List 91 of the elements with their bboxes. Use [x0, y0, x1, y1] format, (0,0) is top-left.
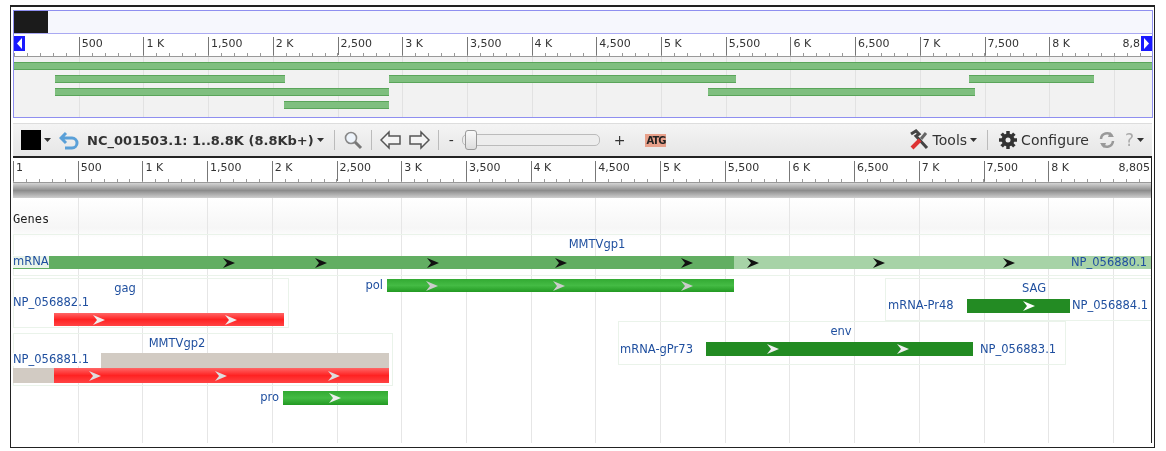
- zoom-in-button[interactable]: +: [611, 127, 628, 153]
- ruler-label: 2,500: [337, 37, 372, 55]
- ruler-label: 6 K: [790, 37, 812, 55]
- gear-icon: [998, 130, 1019, 150]
- ruler-label: 7,500: [983, 161, 1018, 181]
- ruler-label: 1,500: [207, 161, 242, 181]
- protein-label: NP_056880.1: [1071, 256, 1148, 269]
- ruler-label: 1,500: [208, 37, 243, 55]
- ruler-label: 8,8: [1122, 37, 1140, 50]
- ruler-label: 6 K: [789, 161, 811, 181]
- direction-icon: [1002, 256, 1016, 269]
- transcript-label: NP_056881.1: [13, 353, 90, 366]
- direction-icon: [746, 256, 760, 269]
- direction-icon: [552, 279, 566, 292]
- ruler-label: 8 K: [1048, 161, 1069, 181]
- direction-icon: [222, 256, 236, 269]
- direction-icon: [680, 256, 694, 269]
- sequence-button[interactable]: ATG: [643, 127, 669, 153]
- ruler-label: 5,500: [725, 37, 761, 55]
- direction-icon: [872, 256, 886, 269]
- ruler-label: 7 K: [919, 37, 941, 55]
- pan-right-icon[interactable]: [407, 130, 430, 150]
- location-dropdown[interactable]: NC_001503.1: 1..8.8K (8.8Kb+): [85, 127, 326, 153]
- ruler-label: 3 K: [401, 161, 422, 181]
- search-icon[interactable]: [342, 130, 363, 150]
- caret-icon: [1137, 138, 1144, 142]
- protein-label: NP_056883.1: [980, 343, 1057, 356]
- ruler-label: 4,500: [596, 37, 631, 55]
- feature-bar[interactable]: [734, 256, 1151, 269]
- ruler-label: 3,500: [466, 37, 502, 55]
- direction-icon: [1022, 300, 1036, 312]
- direction-icon: [680, 279, 694, 292]
- direction-icon: [554, 256, 568, 269]
- feature-bar[interactable]: [967, 299, 1070, 313]
- direction-icon: [896, 343, 910, 355]
- configure-menu[interactable]: Configure: [996, 127, 1091, 153]
- ruler-label: 500: [78, 37, 103, 55]
- undo-icon[interactable]: [59, 130, 79, 150]
- transcript-label: mRNA-Pr48: [888, 299, 954, 312]
- caret-icon: [970, 138, 978, 142]
- gene-name[interactable]: MMTVgp2: [148, 337, 206, 350]
- ruler-label: 7 K: [918, 161, 940, 181]
- gene-name[interactable]: pol: [363, 279, 383, 292]
- direction-icon: [426, 256, 440, 269]
- ruler-label: 1 K: [142, 161, 164, 181]
- ruler-label: 500: [77, 161, 102, 181]
- ruler-label: 8,805: [1118, 161, 1150, 174]
- ruler-label: 2,500: [336, 161, 371, 181]
- ruler-label: 1 K: [143, 37, 165, 55]
- ruler-label: 5 K: [661, 37, 682, 55]
- direction-icon: [425, 279, 439, 292]
- zoom-out-button[interactable]: -: [446, 127, 456, 153]
- color-menu-button[interactable]: [19, 127, 53, 153]
- caret-icon: [316, 138, 324, 142]
- direction-icon: [224, 313, 238, 326]
- ruler-label: 5,500: [724, 161, 760, 181]
- ruler-label: 1: [13, 161, 23, 181]
- gene-name[interactable]: SAG: [1021, 282, 1047, 295]
- direction-icon: [328, 392, 342, 404]
- gene-name[interactable]: gag: [114, 282, 136, 295]
- direction-icon: [88, 369, 102, 382]
- scroll-left-icon[interactable]: [14, 36, 25, 51]
- ruler-label: 4 K: [531, 37, 553, 55]
- scroll-right-icon[interactable]: [1141, 36, 1152, 51]
- ruler-label: 6,500: [854, 161, 889, 181]
- direction-icon: [766, 343, 780, 355]
- direction-icon: [92, 313, 106, 326]
- ruler-label: 5 K: [660, 161, 681, 181]
- gene-name[interactable]: MMTVgp1: [568, 238, 626, 251]
- ruler-label: 3,500: [465, 161, 501, 181]
- track-title: Genes: [13, 212, 50, 226]
- pan-left-icon[interactable]: [379, 130, 402, 150]
- tools-menu[interactable]: Tools: [905, 127, 980, 153]
- ruler-label: 7,500: [984, 37, 1019, 55]
- gene-name[interactable]: env: [830, 325, 852, 338]
- transcript-label: mRNA-gPr73: [620, 343, 693, 356]
- ruler-label: 6,500: [855, 37, 890, 55]
- ruler-label: 2 K: [271, 161, 293, 181]
- ruler-label: 4 K: [530, 161, 552, 181]
- feature-bar[interactable]: [13, 256, 734, 269]
- protein-label: NP_056884.1: [1072, 299, 1149, 312]
- direction-icon: [314, 256, 328, 269]
- transcript-label: NP_056882.1: [13, 296, 90, 309]
- view-region-marker[interactable]: [14, 11, 48, 33]
- ruler-label: 2 K: [272, 37, 294, 55]
- gene-name[interactable]: pro: [254, 391, 279, 404]
- caret-icon: [44, 138, 51, 142]
- ruler-label: 8 K: [1049, 37, 1070, 55]
- transcript-label: mRNA: [13, 255, 49, 268]
- ruler-label: 4,500: [595, 161, 630, 181]
- ruler-label: 3 K: [402, 37, 423, 55]
